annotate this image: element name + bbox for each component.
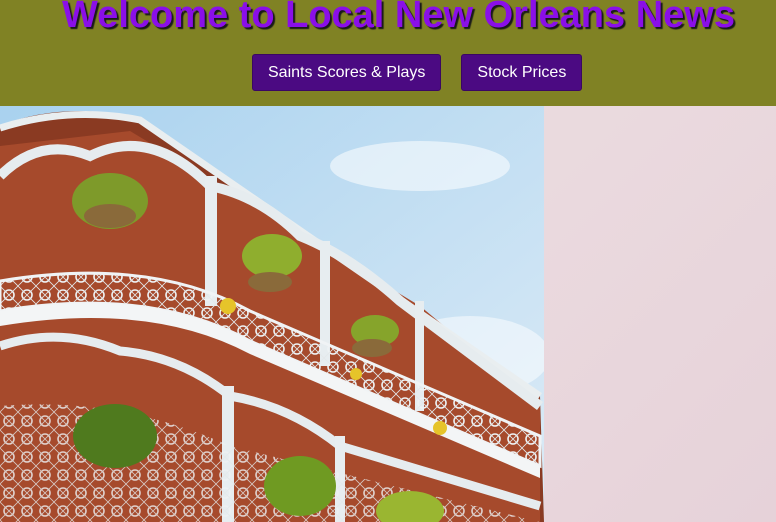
hanging-plant xyxy=(72,173,148,229)
site-header: Welcome to Local New Orleans News Saints… xyxy=(0,0,776,106)
stock-prices-button[interactable]: Stock Prices xyxy=(461,54,583,91)
saints-scores-button[interactable]: Saints Scores & Plays xyxy=(252,54,442,91)
page-title: Welcome to Local New Orleans News xyxy=(62,0,735,36)
balcony-illustration xyxy=(0,106,544,522)
hero-image xyxy=(0,106,544,522)
main-nav: Saints Scores & Plays Stock Prices xyxy=(252,54,583,91)
